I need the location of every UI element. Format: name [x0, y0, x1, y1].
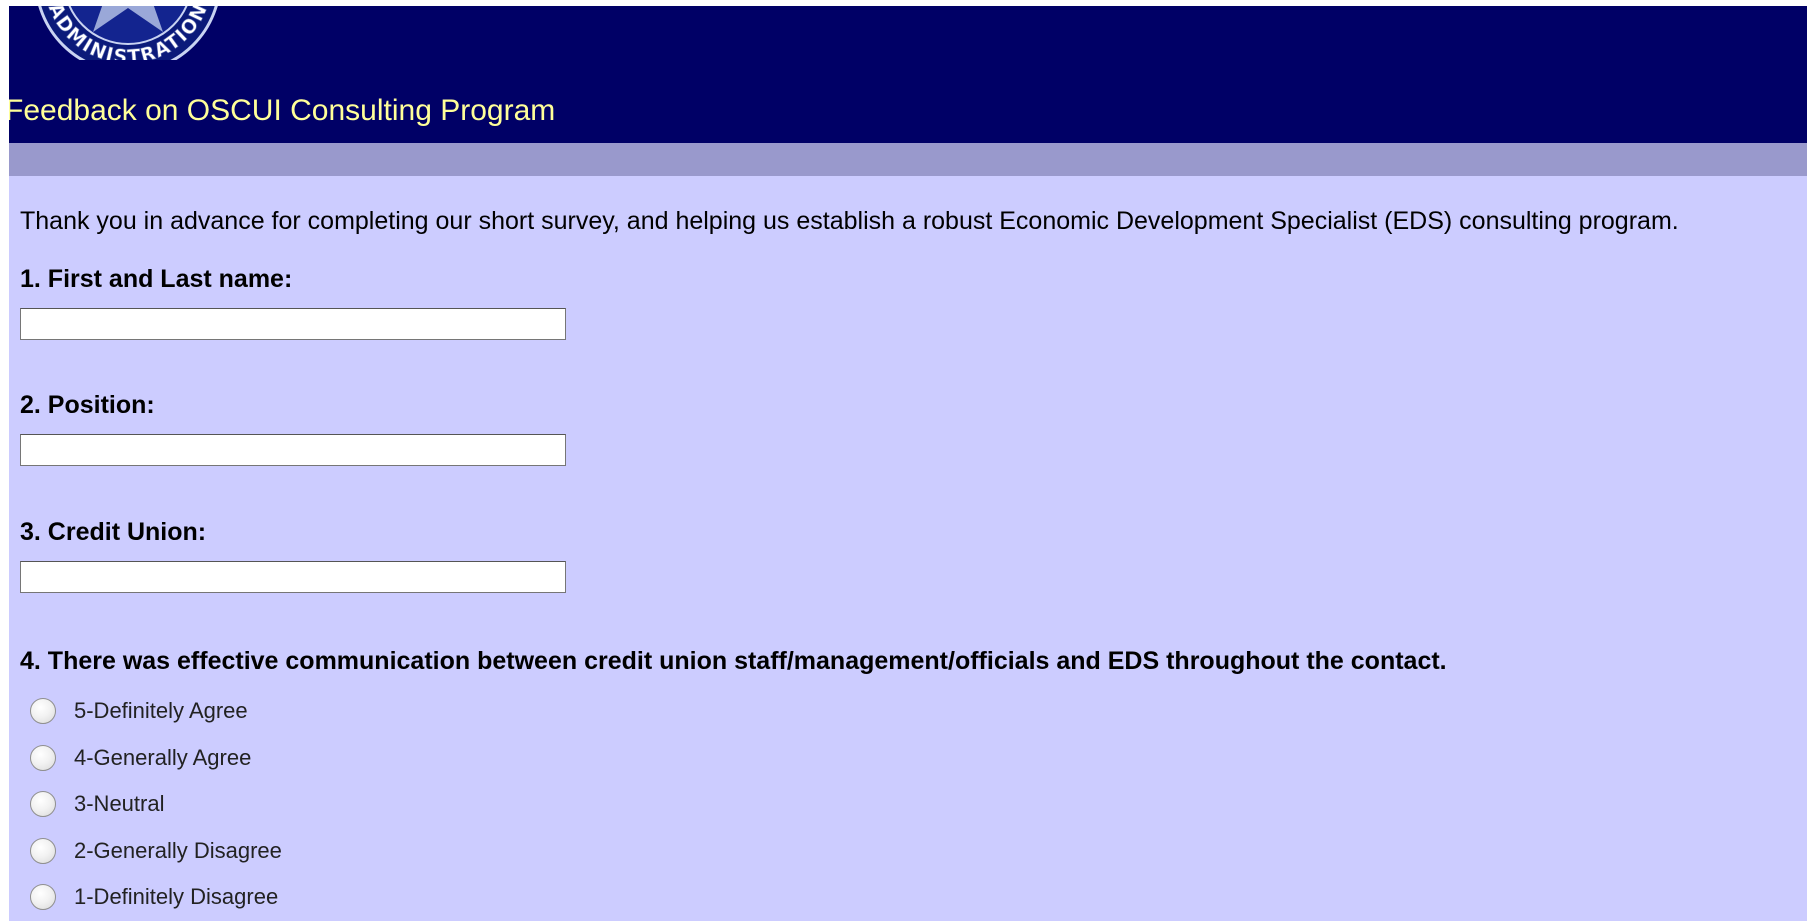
position-input[interactable] [20, 434, 566, 466]
option-label[interactable]: 2-Generally Disagree [74, 838, 282, 864]
page-header: ADMINISTRATION Feedback on OSCUI Consult… [9, 6, 1807, 143]
question-label: 4. There was effective communication bet… [20, 647, 1447, 675]
radio-button[interactable] [30, 837, 56, 864]
credit-union-input[interactable] [20, 561, 566, 593]
survey-page: ADMINISTRATION Feedback on OSCUI Consult… [9, 6, 1807, 921]
question-credit-union: 3. Credit Union: [20, 517, 1800, 593]
question-label: 3. Credit Union: [20, 518, 207, 546]
radio-button[interactable] [30, 884, 56, 911]
intro-text: Thank you in advance for completing our … [20, 207, 1679, 235]
page-title: Feedback on OSCUI Consulting Program [9, 94, 556, 127]
question-label: 2. Position: [20, 391, 155, 419]
radio-button[interactable] [30, 744, 56, 771]
question-label: 1. First and Last name: [20, 265, 293, 293]
option-label[interactable]: 1-Definitely Disagree [74, 884, 278, 910]
question-communication: 4. There was effective communication bet… [20, 646, 1800, 921]
first-last-name-input[interactable] [20, 308, 566, 340]
option-definitely-disagree[interactable]: 1-Definitely Disagree [30, 874, 1800, 921]
agency-seal-logo: ADMINISTRATION [38, 6, 218, 60]
option-generally-agree[interactable]: 4-Generally Agree [30, 735, 1800, 782]
question-name: 1. First and Last name: [20, 264, 1800, 340]
radio-button[interactable] [30, 698, 56, 725]
survey-form: Thank you in advance for completing our … [20, 206, 1800, 911]
question-position: 2. Position: [20, 390, 1800, 466]
option-label[interactable]: 3-Neutral [74, 791, 164, 817]
option-neutral[interactable]: 3-Neutral [30, 781, 1800, 828]
rating-options: 5-Definitely Agree 4-Generally Agree 3-N… [20, 688, 1800, 921]
option-label[interactable]: 5-Definitely Agree [74, 698, 248, 724]
option-definitely-agree[interactable]: 5-Definitely Agree [30, 688, 1800, 735]
option-generally-disagree[interactable]: 2-Generally Disagree [30, 828, 1800, 875]
header-subbar [9, 143, 1807, 176]
option-label[interactable]: 4-Generally Agree [74, 745, 251, 771]
radio-button[interactable] [30, 791, 56, 818]
